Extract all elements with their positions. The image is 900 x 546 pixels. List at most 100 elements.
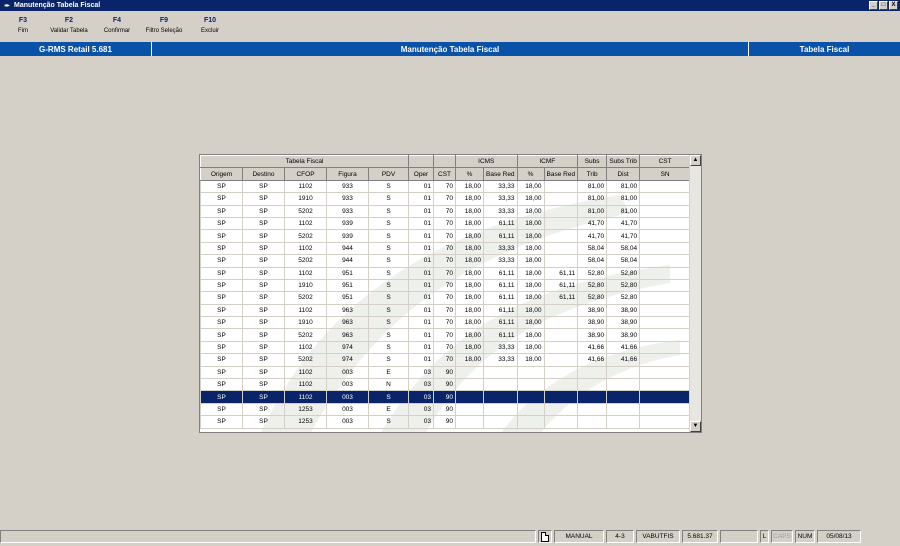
table-cell[interactable]: E	[368, 365, 409, 380]
table-cell[interactable]	[639, 204, 692, 218]
table-cell[interactable]: 38,90	[606, 316, 641, 330]
table-cell[interactable]: 61,11	[483, 278, 518, 293]
table-cell[interactable]	[606, 402, 641, 417]
table-cell[interactable]: SP	[200, 179, 243, 194]
table-cell[interactable]: S	[368, 390, 409, 404]
table-cell[interactable]	[543, 378, 579, 392]
table-cell[interactable]: 1910	[284, 192, 327, 206]
table-cell[interactable]: 70	[433, 316, 456, 330]
table-cell[interactable]: SP	[200, 241, 243, 256]
table-cell[interactable]: 90	[433, 415, 456, 429]
table-cell[interactable]	[639, 316, 692, 330]
table-cell[interactable]: S	[368, 316, 409, 330]
table-cell[interactable]: 90	[433, 365, 456, 380]
table-cell[interactable]: 18,00	[516, 278, 545, 293]
confirmar-button[interactable]: F4 Confirmar	[96, 16, 138, 36]
table-row[interactable]: SP SP 1253 003 E 03 90	[200, 402, 692, 417]
table-cell[interactable]: 18,00	[455, 229, 484, 243]
table-cell[interactable]	[543, 365, 579, 380]
column-header[interactable]: Figura	[326, 167, 369, 181]
table-cell[interactable]: 52,80	[606, 266, 641, 280]
table-cell[interactable]: SP	[200, 316, 243, 330]
table-cell[interactable]: 38,90	[577, 316, 608, 330]
table-cell[interactable]: SP	[242, 229, 285, 243]
table-cell[interactable]: 18,00	[455, 254, 484, 268]
table-row[interactable]: SP SP 1102 939 S 01 70 18,00 61,11 18,00 41,70 41,7…	[200, 216, 692, 231]
table-cell[interactable]: 90	[433, 378, 456, 392]
table-row[interactable]: SP SP 1102 944 S 01 70 18,00 33,33 18,00 58,04 58,0…	[200, 241, 692, 256]
vertical-scrollbar[interactable]: ▲ ▼	[689, 155, 701, 432]
table-cell[interactable]: SP	[242, 291, 285, 305]
table-cell[interactable]: 41,66	[577, 353, 608, 367]
table-cell[interactable]	[455, 365, 484, 380]
table-cell[interactable]: SP	[200, 216, 243, 231]
table-cell[interactable]: 18,00	[516, 353, 545, 367]
table-cell[interactable]: 18,00	[516, 303, 545, 318]
table-cell[interactable]: 03	[408, 365, 434, 380]
table-cell[interactable]: SP	[200, 390, 243, 404]
table-cell[interactable]	[455, 415, 484, 429]
table-cell[interactable]: 70	[433, 229, 456, 243]
table-cell[interactable]: SP	[200, 254, 243, 268]
table-cell[interactable]	[639, 192, 692, 206]
table-cell[interactable]: S	[368, 303, 409, 318]
table-cell[interactable]: 963	[326, 328, 369, 342]
table-cell[interactable]: 58,04	[606, 254, 641, 268]
table-cell[interactable]: 81,00	[606, 192, 641, 206]
table-cell[interactable]: 18,00	[516, 241, 545, 256]
close-button[interactable]: X	[889, 1, 898, 10]
table-cell[interactable]: 003	[326, 415, 369, 429]
table-cell[interactable]	[543, 229, 579, 243]
table-cell[interactable]: SP	[200, 365, 243, 380]
table-cell[interactable]	[639, 241, 692, 256]
table-cell[interactable]: 70	[433, 179, 456, 194]
table-cell[interactable]: 933	[326, 192, 369, 206]
table-cell[interactable]: 41,70	[606, 216, 641, 231]
table-cell[interactable]: SP	[200, 266, 243, 280]
table-cell[interactable]	[455, 390, 484, 404]
table-row[interactable]: SP SP 1910 963 S 01 70 18,00 61,11 18,00 38,90 38,9…	[200, 316, 692, 330]
table-cell[interactable]: SP	[200, 340, 243, 355]
table-cell[interactable]: SP	[242, 278, 285, 293]
table-cell[interactable]: 18,00	[455, 340, 484, 355]
table-cell[interactable]	[455, 378, 484, 392]
table-cell[interactable]: SP	[242, 204, 285, 218]
table-cell[interactable]: 41,66	[606, 353, 641, 367]
table-cell[interactable]: 18,00	[516, 229, 545, 243]
table-cell[interactable]	[639, 216, 692, 231]
table-cell[interactable]	[639, 378, 692, 392]
table-row[interactable]: SP SP 1102 003 N 03 90	[200, 378, 692, 392]
table-cell[interactable]: 61,11	[483, 303, 518, 318]
table-cell[interactable]: 70	[433, 192, 456, 206]
table-cell[interactable]: S	[368, 204, 409, 218]
table-cell[interactable]: 70	[433, 241, 456, 256]
table-row[interactable]: SP SP 1910 951 S 01 70 18,00 61,11 18,00 61,11 52,8…	[200, 278, 692, 293]
table-cell[interactable]: SP	[200, 415, 243, 429]
column-header[interactable]: Base Red	[543, 167, 579, 181]
column-header[interactable]: %	[516, 167, 545, 181]
table-cell[interactable]: 41,66	[606, 340, 641, 355]
table-cell[interactable]: SP	[200, 278, 243, 293]
table-cell[interactable]: 18,00	[455, 278, 484, 293]
table-cell[interactable]: 03	[408, 378, 434, 392]
table-cell[interactable]: 939	[326, 216, 369, 231]
table-cell[interactable]	[483, 390, 518, 404]
table-cell[interactable]: 81,00	[577, 192, 608, 206]
table-cell[interactable]: S	[368, 254, 409, 268]
table-row[interactable]: SP SP 1102 003 E 03 90	[200, 365, 692, 380]
table-cell[interactable]	[639, 340, 692, 355]
table-cell[interactable]: 01	[408, 204, 434, 218]
table-cell[interactable]	[577, 378, 608, 392]
table-cell[interactable]: 18,00	[455, 303, 484, 318]
table-cell[interactable]: 61,11	[543, 291, 579, 305]
table-cell[interactable]: 951	[326, 266, 369, 280]
table-cell[interactable]: 70	[433, 353, 456, 367]
table-cell[interactable]: 933	[326, 204, 369, 218]
table-cell[interactable]	[543, 402, 579, 417]
table-cell[interactable]: S	[368, 216, 409, 231]
table-cell[interactable]	[483, 402, 518, 417]
table-cell[interactable]: 5202	[284, 328, 327, 342]
table-cell[interactable]: 33,33	[483, 353, 518, 367]
table-cell[interactable]: 01	[408, 303, 434, 318]
table-cell[interactable]	[639, 402, 692, 417]
